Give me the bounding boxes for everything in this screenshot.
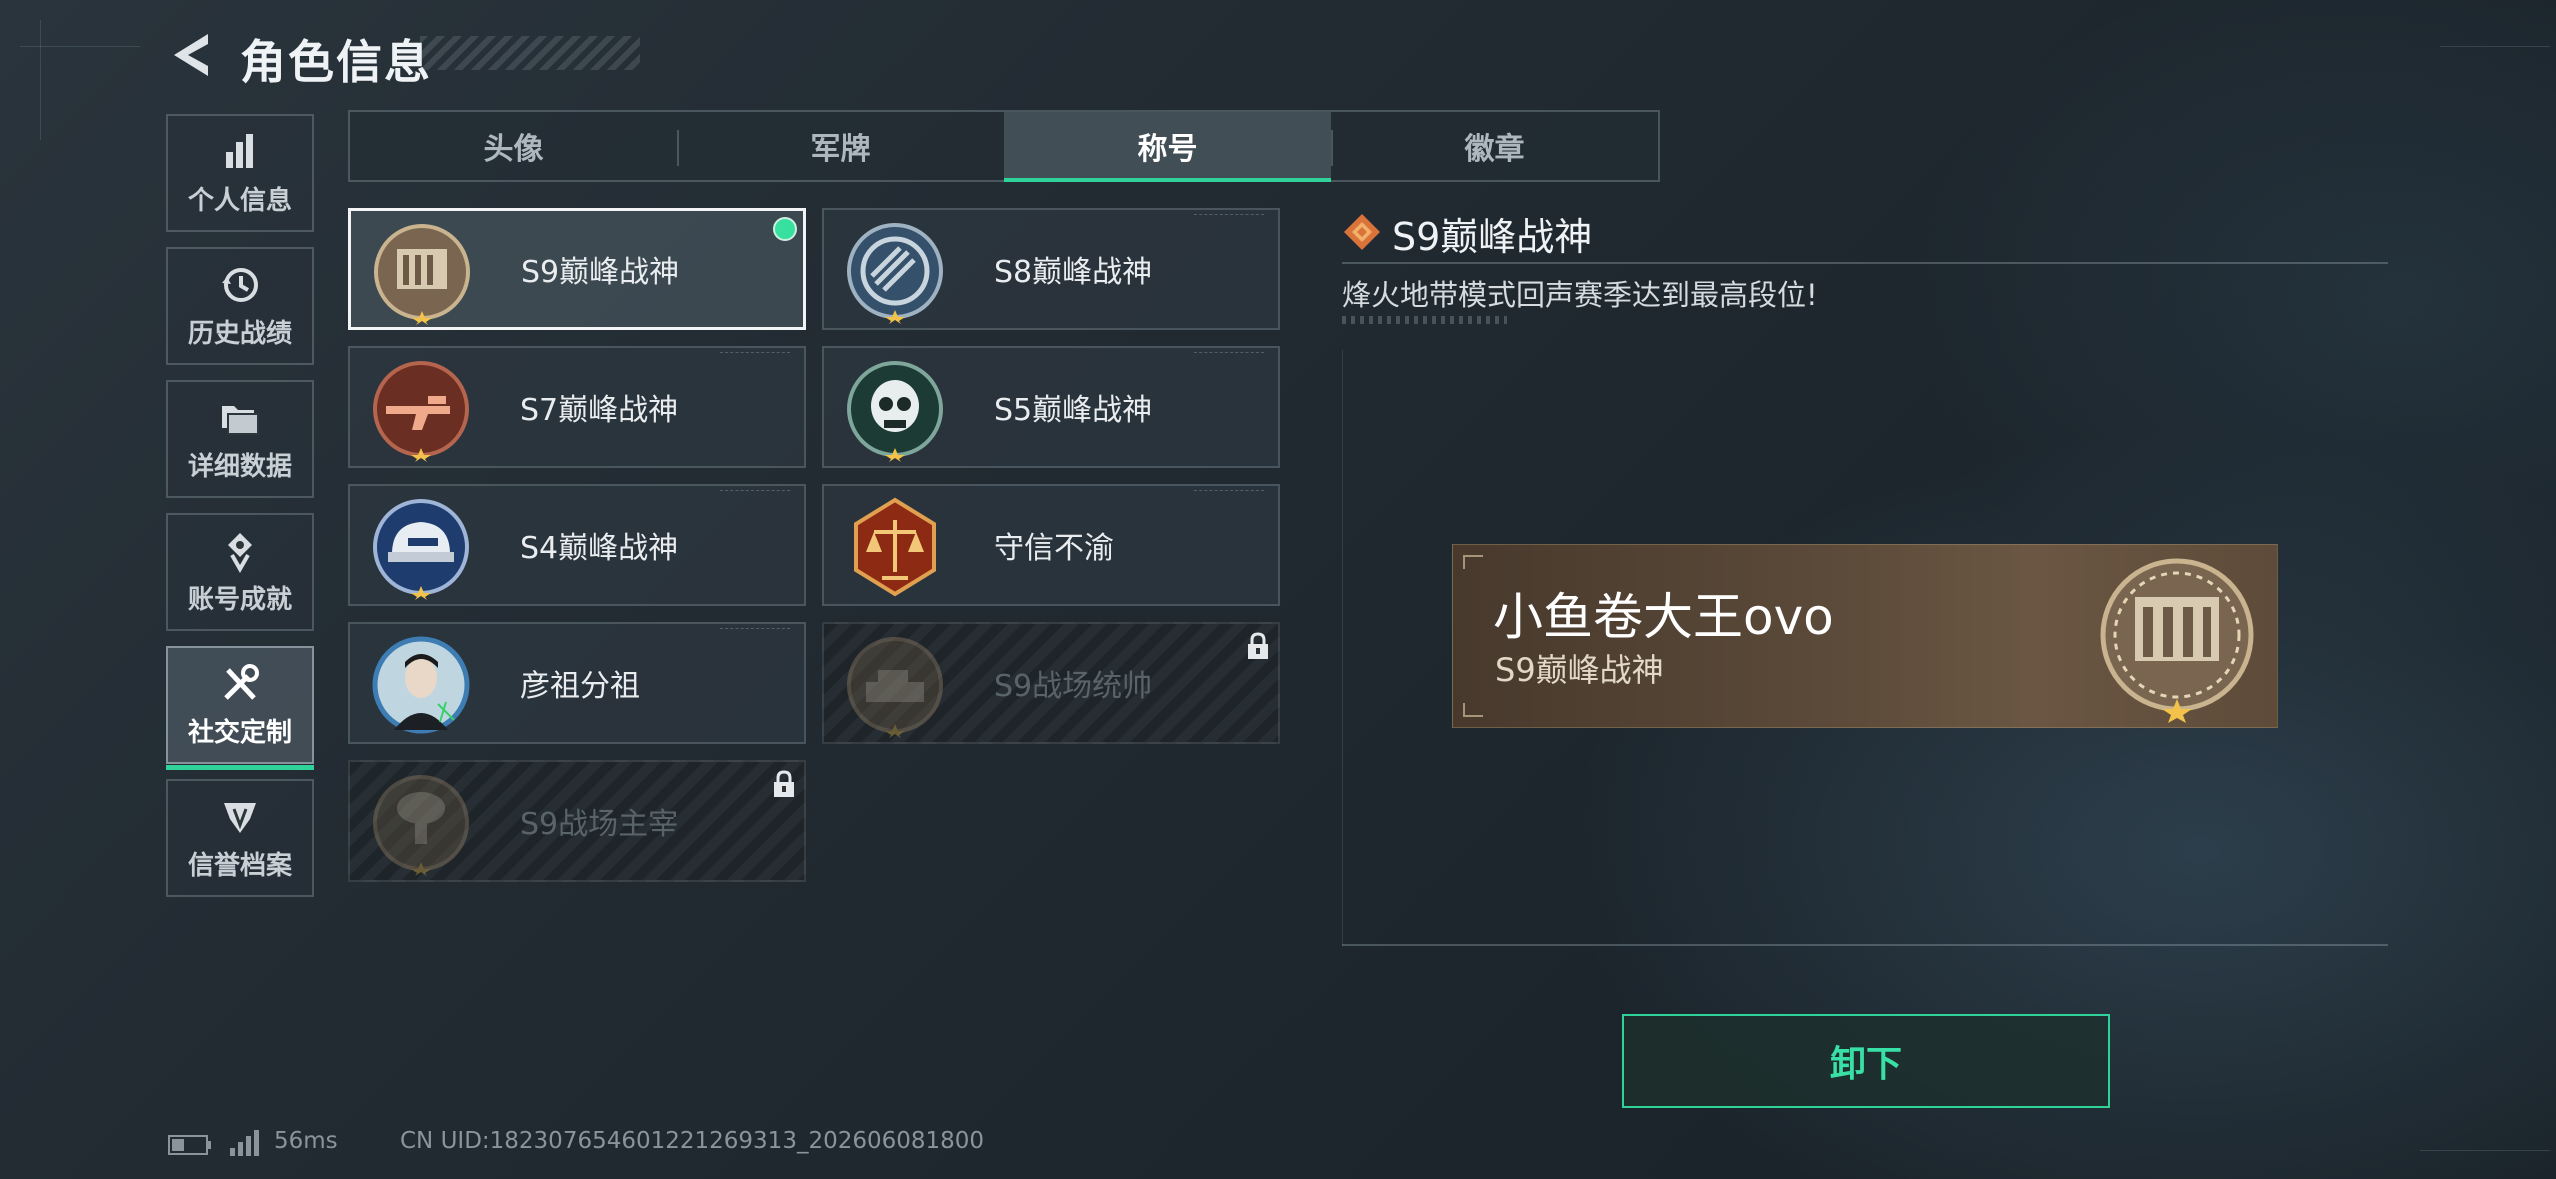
card-decoration — [1194, 214, 1264, 217]
tab-avatar[interactable]: 头像 — [350, 112, 677, 180]
grid-decoration — [40, 20, 41, 140]
title-card[interactable]: S4巅峰战神 — [348, 484, 806, 606]
credit-shield-icon — [224, 802, 256, 833]
card-decoration — [720, 490, 790, 493]
tab-bar: 头像 军牌 称号 徽章 — [348, 110, 1660, 182]
grid-decoration — [2420, 1150, 2550, 1151]
nav-item-label: 详细数据 — [187, 451, 292, 482]
nav-item-credit-record[interactable]: 信誉档案 — [166, 779, 314, 897]
nav-item-personal-info[interactable]: 个人信息 — [166, 114, 314, 232]
title-card[interactable]: S9巅峰战神 — [348, 208, 806, 330]
nav-item-label: 个人信息 — [187, 185, 292, 216]
fortress-emblem-icon — [2100, 558, 2254, 723]
striped-ring-emblem-icon — [847, 223, 943, 324]
tab-title[interactable]: 称号 — [1004, 112, 1331, 182]
fortress-emblem-icon — [374, 224, 470, 325]
title-card-label: S8巅峰战神 — [994, 255, 1153, 290]
title-card[interactable]: S5巅峰战神 — [822, 346, 1280, 468]
title-card-label: S4巅峰战神 — [520, 531, 679, 566]
title-card-label: 守信不渝 — [994, 531, 1114, 566]
battery-icon — [168, 1135, 211, 1155]
nameplate-preview: 小鱼卷大王ovo S9巅峰战神 — [1452, 544, 2278, 728]
nameplate-title: S9巅峰战神 — [1495, 651, 1664, 689]
title-card[interactable]: 守信不渝 — [822, 484, 1280, 606]
card-decoration — [720, 352, 790, 355]
scales-emblem-icon — [854, 497, 936, 597]
title-card-locked[interactable]: S9战场主宰 — [348, 760, 806, 882]
nav-item-history[interactable]: 历史战绩 — [166, 247, 314, 365]
detail-title: S9巅峰战神 — [1392, 215, 1593, 259]
divider — [1342, 262, 2388, 264]
ping-readout: 56ms — [274, 1128, 338, 1154]
grid-decoration — [20, 46, 140, 47]
tank-emblem-icon — [847, 637, 943, 738]
achievement-medal-icon — [228, 532, 252, 573]
helmet-emblem-icon — [373, 499, 469, 600]
tab-dogtag[interactable]: 军牌 — [677, 112, 1004, 180]
title-card-label: S5巅峰战神 — [994, 393, 1153, 428]
lock-icon — [1248, 632, 1268, 659]
detail-description: 烽火地带模式回声赛季达到最高段位! — [1342, 278, 1818, 312]
signal-icon — [230, 1130, 259, 1156]
bar-chart-icon — [226, 133, 253, 168]
mushroom-cloud-emblem-icon — [373, 775, 469, 876]
title-card[interactable]: 彦祖分祖 — [348, 622, 806, 744]
folder-icon — [222, 405, 259, 435]
title-card-label: S9战场主宰 — [520, 807, 679, 842]
equipped-indicator — [773, 217, 797, 241]
back-arrow-icon[interactable] — [168, 30, 212, 80]
card-decoration — [720, 628, 790, 631]
portrait-emblem-icon — [372, 636, 470, 734]
title-card-label: S7巅峰战神 — [520, 393, 679, 428]
nameplate-player-name: 小鱼卷大王ovo — [1493, 588, 1834, 646]
nav-item-label: 历史战绩 — [187, 318, 292, 349]
title-card-label: 彦祖分祖 — [520, 669, 640, 704]
tools-wrench-icon — [224, 663, 259, 700]
rifle-emblem-icon — [373, 361, 469, 462]
uid-readout: CN UID:1823076546012212693​13_2026060818… — [400, 1128, 985, 1154]
nav-item-label: 信誉档案 — [187, 850, 292, 881]
nav-item-label: 社交定制 — [187, 717, 292, 748]
card-decoration — [1194, 490, 1264, 493]
nav-item-label: 账号成就 — [187, 584, 292, 615]
card-decoration — [1194, 352, 1264, 355]
nav-item-detailed-data[interactable]: 详细数据 — [166, 380, 314, 498]
divider — [1342, 944, 2388, 946]
tab-badge[interactable]: 徽章 — [1331, 112, 1658, 180]
title-card[interactable]: S8巅峰战神 — [822, 208, 1280, 330]
nav-item-social-custom[interactable]: 社交定制 — [166, 646, 314, 770]
page-title: 角色信息 — [240, 35, 432, 89]
lock-icon — [774, 770, 794, 797]
nav-item-achievements[interactable]: 账号成就 — [166, 513, 314, 631]
skull-emblem-icon — [847, 361, 943, 462]
title-card-label: S9巅峰战神 — [521, 255, 680, 290]
title-card-label: S9战场统帅 — [994, 669, 1153, 704]
title-decoration — [420, 36, 640, 70]
history-clock-icon — [222, 267, 258, 302]
title-card[interactable]: S7巅峰战神 — [348, 346, 806, 468]
unequip-button[interactable]: 卸下 — [1622, 1014, 2110, 1108]
diamond-badge-icon — [1344, 214, 1380, 250]
title-card-locked[interactable]: S9战场统帅 — [822, 622, 1280, 744]
detail-decoration — [1342, 316, 1507, 324]
grid-decoration — [2440, 46, 2550, 47]
